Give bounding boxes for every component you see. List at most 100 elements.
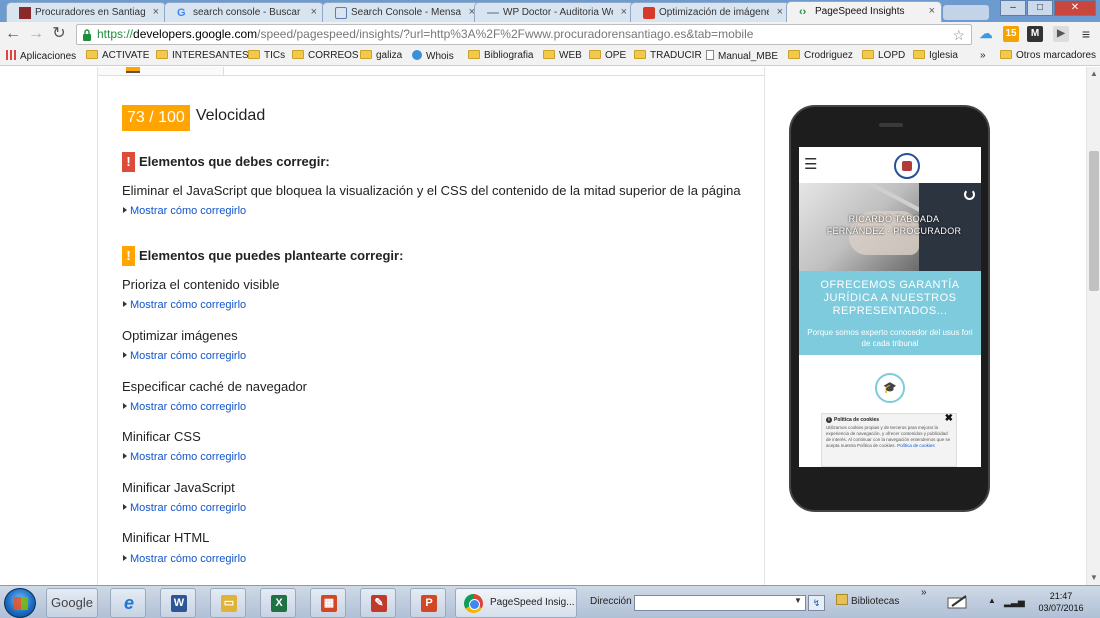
show-how-to-fix-link[interactable]: Mostrar cómo corregirlo	[123, 502, 246, 514]
rule-title-minify-css: Minificar CSS	[122, 429, 201, 444]
show-how-to-fix-link[interactable]: Mostrar cómo corregirlo	[123, 401, 246, 413]
taskbar-apps-grid[interactable]: ▦	[310, 588, 346, 618]
menu-icon[interactable]: ≡	[1078, 26, 1094, 42]
m-extension-icon[interactable]: M	[1027, 26, 1043, 42]
show-how-to-fix-link[interactable]: Mostrar cómo corregirlo	[123, 350, 246, 362]
site-header: ☰	[799, 147, 981, 183]
cookie-title: Política de cookies	[826, 417, 952, 423]
bookmark-activate[interactable]: ACTIVATE	[86, 50, 149, 61]
tab-close-icon[interactable]: ×	[777, 6, 783, 18]
tab-optimizacion-imagenes[interactable]: Optimización de imágenes ×	[630, 2, 790, 22]
bookmark-label: CORREOS	[308, 50, 359, 61]
folder-icon	[292, 50, 304, 59]
bookmark-correos[interactable]: CORREOS	[292, 50, 359, 61]
score-label: Velocidad	[195, 107, 266, 124]
bookmark-label: TRADUCIR	[650, 50, 702, 61]
folder-icon	[248, 50, 260, 59]
pagespeed-favicon-icon: ‹›	[799, 6, 807, 18]
tab-close-icon[interactable]: ×	[929, 5, 935, 17]
address-go-button[interactable]: ↯	[808, 595, 825, 611]
browser-toolbar: ← → ↻ https://developers.google.com/spee…	[0, 22, 1100, 47]
bookmark-label: INTERESANTES	[172, 50, 249, 61]
cookie-notice: Política de cookies Utilizamos cookies p…	[821, 413, 957, 467]
address-toolbar-input[interactable]	[634, 595, 806, 611]
bookmark-apps[interactable]: Aplicaciones	[6, 50, 76, 62]
bookmark-web[interactable]: WEB	[543, 50, 582, 61]
bookmark-whois[interactable]: Whois	[412, 50, 454, 62]
bookmark-traducir[interactable]: TRADUCIR	[634, 50, 702, 61]
bookmark-ope[interactable]: OPE	[589, 50, 626, 61]
folder-icon	[913, 50, 925, 59]
bookmark-label: Iglesia	[929, 50, 958, 61]
system-clock[interactable]: 21:47 03/07/2016	[1030, 590, 1092, 614]
network-signal-icon[interactable]: ▂▃▅	[1004, 597, 1025, 608]
page-viewport: 73 / 100 Velocidad ! Elementos que debes c…	[0, 67, 1086, 585]
explorer-icon: ▭	[221, 595, 237, 612]
window-maximize-button[interactable]: □	[1027, 0, 1053, 16]
bookmark-galiza[interactable]: galiza	[360, 50, 402, 61]
folder-icon	[862, 50, 874, 59]
libraries-toolbar[interactable]: Bibliotecas	[836, 594, 899, 607]
tab-procuradores[interactable]: Procuradores en Santiago ×	[6, 2, 166, 22]
cloud-extension-icon[interactable]: ☁	[978, 26, 994, 42]
bookmark-bibliografia[interactable]: Bibliografia	[468, 50, 533, 61]
calendar-extension-icon[interactable]: 15	[1003, 26, 1019, 42]
toolbar-overflow-chevron-icon[interactable]: »	[921, 587, 927, 598]
taskbar-chrome-window[interactable]: PageSpeed Insig...	[455, 588, 577, 618]
window-title: PageSpeed Insig...	[490, 597, 575, 608]
pen-input-icon[interactable]	[946, 594, 970, 610]
back-arrow-icon[interactable]: ←	[4, 25, 22, 43]
chevron-down-icon[interactable]: ▼	[794, 596, 802, 605]
bookmarks-overflow-chevron-icon[interactable]: »	[980, 50, 986, 61]
new-tab-button[interactable]	[943, 5, 989, 20]
tab-close-icon[interactable]: ×	[311, 6, 317, 18]
page-scrollbar[interactable]: ▲ ▼	[1086, 67, 1100, 585]
tab-search-console-messages[interactable]: Search Console - Mensaje ×	[322, 2, 482, 22]
link-label: Mostrar cómo corregirlo	[130, 299, 247, 311]
link-label: Mostrar cómo corregirlo	[130, 350, 247, 362]
youtube-extension-icon[interactable]: ▶	[1053, 26, 1069, 42]
scroll-down-arrow-icon[interactable]: ▼	[1087, 571, 1100, 585]
internet-explorer-icon: e	[123, 593, 134, 613]
window-minimize-button[interactable]: –	[1000, 0, 1026, 16]
bookmark-otros-marcadores[interactable]: Otros marcadores	[1000, 50, 1096, 61]
bookmark-star-icon[interactable]: ☆	[952, 26, 965, 44]
taskbar-powerpoint[interactable]: P	[410, 588, 446, 618]
hero-image: RICARDO TABOADA FERNÁNDEZ · PROCURADOR	[799, 183, 981, 271]
tab-close-icon[interactable]: ×	[153, 6, 159, 18]
forward-arrow-icon[interactable]: →	[27, 25, 45, 43]
windows-start-button[interactable]	[4, 588, 36, 618]
phone-speaker	[879, 123, 903, 127]
tab-search-console-search[interactable]: G search console - Buscar con ×	[164, 2, 324, 22]
google-search-button[interactable]: Google	[46, 588, 98, 618]
expand-triangle-icon	[123, 301, 127, 307]
taskbar-file-explorer[interactable]: ▭	[210, 588, 246, 618]
window-close-button[interactable]: ✕	[1054, 0, 1096, 16]
bookmark-tics[interactable]: TICs	[248, 50, 285, 61]
show-how-to-fix-link[interactable]: Mostrar cómo corregirlo	[123, 451, 246, 463]
taskbar-excel[interactable]: X	[260, 588, 296, 618]
tab-wp-doctor[interactable]: WP Doctor - Auditoria Web ×	[474, 2, 634, 22]
tab-close-icon[interactable]: ×	[621, 6, 627, 18]
rule-title-minify-html: Minificar HTML	[122, 530, 210, 545]
bookmark-crodriguez[interactable]: Crodriguez	[788, 50, 853, 61]
tab-pagespeed-insights[interactable]: ‹› PageSpeed Insights ×	[786, 1, 942, 23]
show-hidden-icons-arrow-icon[interactable]: ▲	[988, 596, 996, 605]
show-how-to-fix-link[interactable]: Mostrar cómo corregirlo	[123, 553, 246, 565]
bookmark-interesantes[interactable]: INTERESANTES	[156, 50, 249, 61]
bookmark-iglesia[interactable]: Iglesia	[913, 50, 958, 61]
reload-icon[interactable]: ↻	[50, 25, 68, 43]
taskbar-internet-explorer[interactable]: e	[110, 588, 146, 618]
show-how-to-fix-link[interactable]: Mostrar cómo corregirlo	[123, 205, 246, 217]
taskbar-word[interactable]: W	[160, 588, 196, 618]
taskbar-drawing-app[interactable]: ✎	[360, 588, 396, 618]
address-bar[interactable]: https://developers.google.com/speed/page…	[76, 24, 972, 45]
bookmark-lopd[interactable]: LOPD	[862, 50, 905, 61]
show-how-to-fix-link[interactable]: Mostrar cómo corregirlo	[123, 299, 246, 311]
scroll-up-arrow-icon[interactable]: ▲	[1087, 67, 1100, 81]
scroll-thumb[interactable]	[1089, 151, 1099, 291]
mobile-tab[interactable]	[98, 67, 224, 76]
optimization-favicon-icon	[643, 7, 655, 19]
hamburger-menu-icon: ☰	[804, 156, 818, 173]
bookmark-manual-mbe[interactable]: Manual_MBE	[706, 50, 778, 62]
